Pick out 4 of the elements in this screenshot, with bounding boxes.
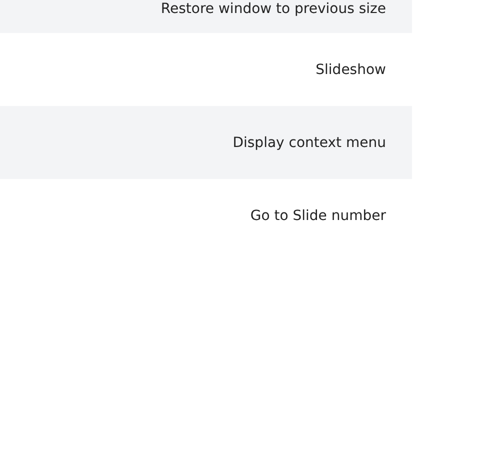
row-text: Slideshow (316, 62, 386, 78)
row-text: Display context menu (232, 134, 386, 150)
row-text: Restore window to previous size (160, 1, 386, 17)
row-text: Go to Slide number (250, 208, 386, 224)
